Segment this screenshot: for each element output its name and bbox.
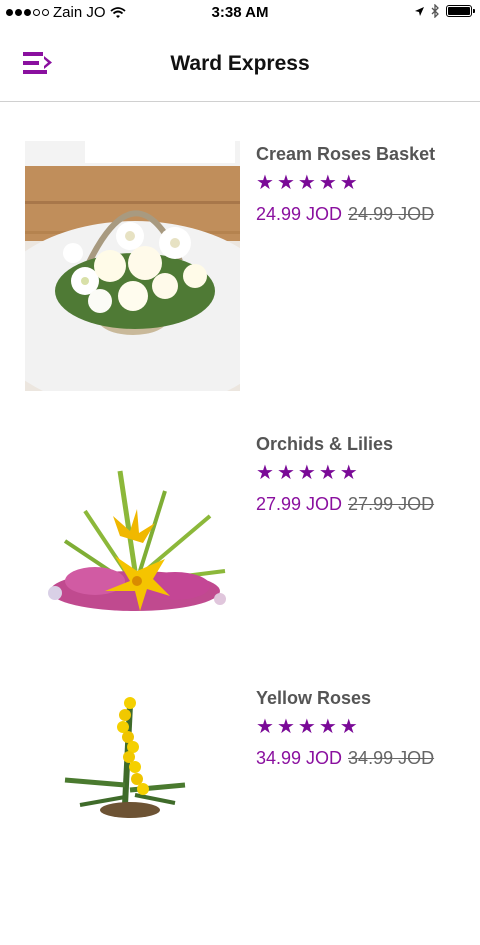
price: 24.99 JOD (256, 204, 343, 224)
price-block: 27.99 JOD 27.99 JOD (256, 491, 466, 517)
star-icon: ★ (339, 172, 358, 194)
price-block: 34.99 JOD 34.99 JOD (256, 745, 466, 771)
star-icon: ★ (256, 716, 274, 738)
original-price: 27.99 JOD (348, 494, 435, 514)
star-icon: ★ (339, 462, 358, 484)
original-price: 34.99 JOD (348, 748, 435, 768)
product-image[interactable] (25, 685, 240, 935)
status-bar: Zain JO 3:38 AM (0, 0, 480, 26)
status-icons (414, 4, 475, 18)
price: 34.99 JOD (256, 748, 343, 768)
price-block: 24.99 JOD 24.99 JOD (256, 201, 466, 227)
page-title: Ward Express (170, 52, 310, 75)
star-icon: ★ (297, 462, 316, 484)
product-name[interactable]: Cream Roses Basket (256, 143, 466, 165)
product-card-cream-roses-basket[interactable]: Cream Roses Basket ★ ★ ★ ★ ★ 24.99 JOD 24… (0, 141, 480, 401)
star-icon: ★ (276, 172, 295, 194)
rating-stars: ★ ★ ★ ★ ★ (256, 463, 466, 483)
star-icon: ★ (318, 716, 337, 738)
product-image[interactable] (25, 141, 240, 391)
star-icon: ★ (297, 716, 316, 738)
star-icon: ★ (297, 172, 316, 194)
rating-stars: ★ ★ ★ ★ ★ (256, 173, 466, 193)
star-icon: ★ (256, 172, 274, 194)
status-time: 3:38 AM (211, 4, 269, 21)
star-icon: ★ (318, 172, 337, 194)
product-info: Cream Roses Basket ★ ★ ★ ★ ★ 24.99 JOD 24… (256, 143, 466, 227)
location-arrow-icon (415, 6, 424, 16)
product-name[interactable]: Yellow Roses (256, 687, 466, 709)
star-icon: ★ (339, 716, 358, 738)
original-price: 24.99 JOD (348, 204, 435, 224)
navigation-bar: Ward Express (0, 26, 480, 102)
product-image[interactable] (25, 431, 240, 681)
bluetooth-icon (431, 4, 439, 18)
price: 27.99 JOD (256, 494, 343, 514)
product-name[interactable]: Orchids & Lilies (256, 433, 466, 455)
star-icon: ★ (318, 462, 337, 484)
rating-stars: ★ ★ ★ ★ ★ (256, 717, 466, 737)
star-icon: ★ (276, 716, 295, 738)
product-info: Orchids & Lilies ★ ★ ★ ★ ★ 27.99 JOD 27.9… (256, 433, 466, 517)
battery-icon (446, 5, 475, 17)
star-icon: ★ (256, 462, 274, 484)
product-card-orchids-lilies[interactable]: Orchids & Lilies ★ ★ ★ ★ ★ 27.99 JOD 27.9… (0, 431, 480, 691)
product-card-yellow-roses[interactable]: Yellow Roses ★ ★ ★ ★ ★ 34.99 JOD 34.99 JO… (0, 685, 480, 945)
star-icon: ★ (276, 462, 295, 484)
product-info: Yellow Roses ★ ★ ★ ★ ★ 34.99 JOD 34.99 JO… (256, 687, 466, 771)
